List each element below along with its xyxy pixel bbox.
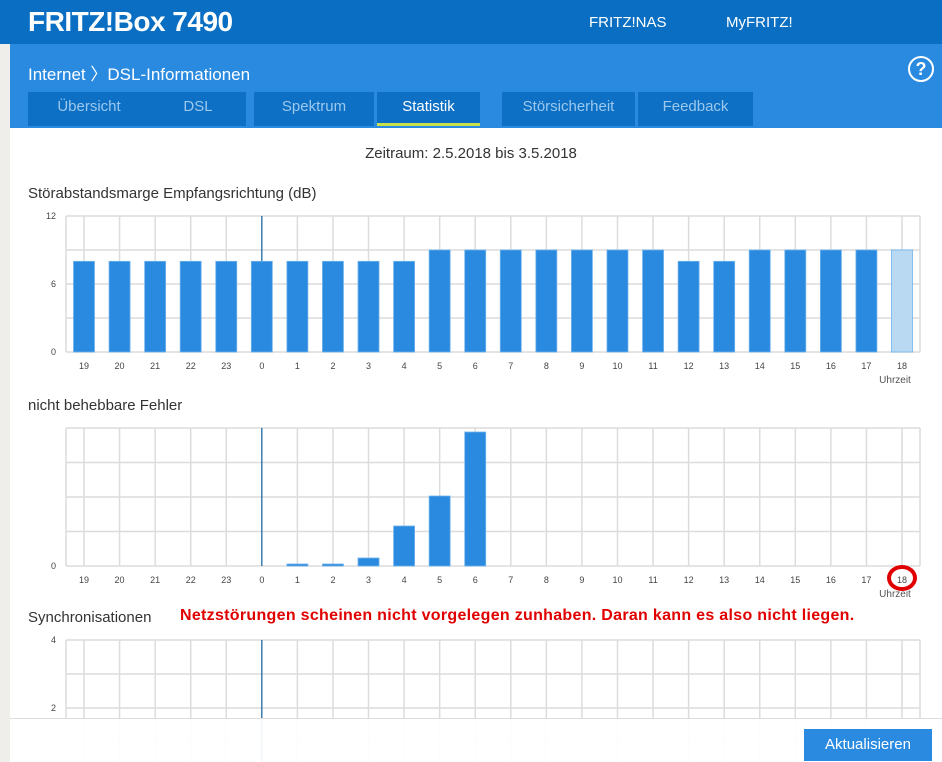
- x-tick-label: 4: [402, 575, 407, 585]
- bar: [748, 249, 771, 353]
- x-tick-label: 0: [259, 361, 264, 371]
- y-tick-label: 6: [51, 279, 56, 289]
- annotation-circle: [887, 565, 917, 591]
- bar: [357, 557, 380, 567]
- x-tick-label: 2: [330, 361, 335, 371]
- x-tick-label: 5: [437, 575, 442, 585]
- bar: [535, 249, 558, 353]
- x-tick-label: 11: [648, 361, 657, 371]
- x-tick-label: 8: [544, 361, 549, 371]
- bar: [393, 260, 415, 353]
- bar: [891, 249, 913, 353]
- x-tick-label: 12: [684, 361, 694, 371]
- bar: [713, 260, 736, 353]
- x-tick-label: 11: [648, 575, 657, 585]
- bar: [855, 249, 878, 353]
- update-button[interactable]: Aktualisieren: [804, 729, 932, 761]
- y-tick-label: 2: [51, 703, 56, 713]
- bar: [606, 249, 629, 353]
- x-tick-label: 4: [402, 361, 407, 371]
- x-tick-label: 7: [508, 575, 513, 585]
- y-tick-label: 0: [51, 347, 56, 357]
- x-tick-label: 13: [719, 361, 729, 371]
- x-axis-label: Uhrzeit: [879, 589, 911, 600]
- charts: 19 20 21 22 23 0 1 2 3 4 5 6 7 8 9 10 11 12 13 14 15 16 17 1806…: [46, 211, 921, 762]
- bar: [464, 431, 487, 567]
- bar: [322, 260, 344, 353]
- bar: [73, 260, 95, 353]
- bar: [677, 260, 700, 353]
- bar: [108, 260, 131, 353]
- x-tick-label: 20: [115, 575, 125, 585]
- footer: Aktualisieren: [10, 718, 942, 762]
- x-tick-label: 3: [366, 575, 371, 585]
- x-tick-label: 16: [826, 575, 836, 585]
- x-tick-label: 21: [150, 575, 160, 585]
- x-tick-label: 1: [295, 361, 300, 371]
- x-tick-label: 10: [612, 361, 622, 371]
- bar: [393, 525, 415, 567]
- x-tick-label: 15: [790, 575, 800, 585]
- x-tick-label: 21: [150, 361, 160, 371]
- bar: [819, 249, 842, 353]
- x-tick-label: 3: [366, 361, 371, 371]
- x-tick-label: 0: [259, 575, 264, 585]
- bar: [571, 249, 593, 353]
- x-tick-label: 10: [612, 575, 622, 585]
- x-tick-label: 6: [473, 361, 478, 371]
- bar: [250, 260, 273, 353]
- x-tick-label: 9: [579, 361, 584, 371]
- x-tick-label: 5: [437, 361, 442, 371]
- x-tick-label: 18: [897, 361, 907, 371]
- x-tick-label: 14: [755, 575, 765, 585]
- x-tick-label: 2: [330, 575, 335, 585]
- bar: [286, 563, 309, 567]
- bar: [286, 260, 309, 353]
- bar: [357, 260, 380, 353]
- x-axis-label: Uhrzeit: [879, 375, 911, 386]
- bar: [428, 495, 451, 567]
- x-tick-label: 23: [221, 575, 231, 585]
- x-tick-label: 22: [186, 361, 196, 371]
- x-tick-label: 7: [508, 361, 513, 371]
- x-tick-label: 6: [473, 575, 478, 585]
- y-tick-label: 12: [46, 211, 56, 221]
- bar: [464, 249, 487, 353]
- bar: [322, 563, 344, 567]
- x-tick-label: 9: [579, 575, 584, 585]
- bar: [499, 249, 522, 353]
- x-tick-label: 1: [295, 575, 300, 585]
- x-tick-label: 22: [186, 575, 196, 585]
- x-tick-label: 12: [684, 575, 694, 585]
- y-tick-label: 4: [51, 635, 56, 645]
- x-tick-label: 13: [719, 575, 729, 585]
- x-tick-label: 14: [755, 361, 765, 371]
- x-tick-label: 17: [861, 575, 871, 585]
- bar: [215, 260, 238, 353]
- bar: [144, 260, 167, 353]
- x-tick-label: 19: [79, 361, 89, 371]
- bar: [784, 249, 807, 353]
- bar: [179, 260, 202, 353]
- x-tick-label: 15: [790, 361, 800, 371]
- x-tick-label: 8: [544, 575, 549, 585]
- x-tick-label: 16: [826, 361, 836, 371]
- x-tick-label: 20: [115, 361, 125, 371]
- x-tick-label: 17: [861, 361, 871, 371]
- x-tick-label: 19: [79, 575, 89, 585]
- x-tick-label: 23: [221, 361, 231, 371]
- y-tick-label: 0: [51, 561, 56, 571]
- bar: [642, 249, 664, 353]
- bar: [428, 249, 451, 353]
